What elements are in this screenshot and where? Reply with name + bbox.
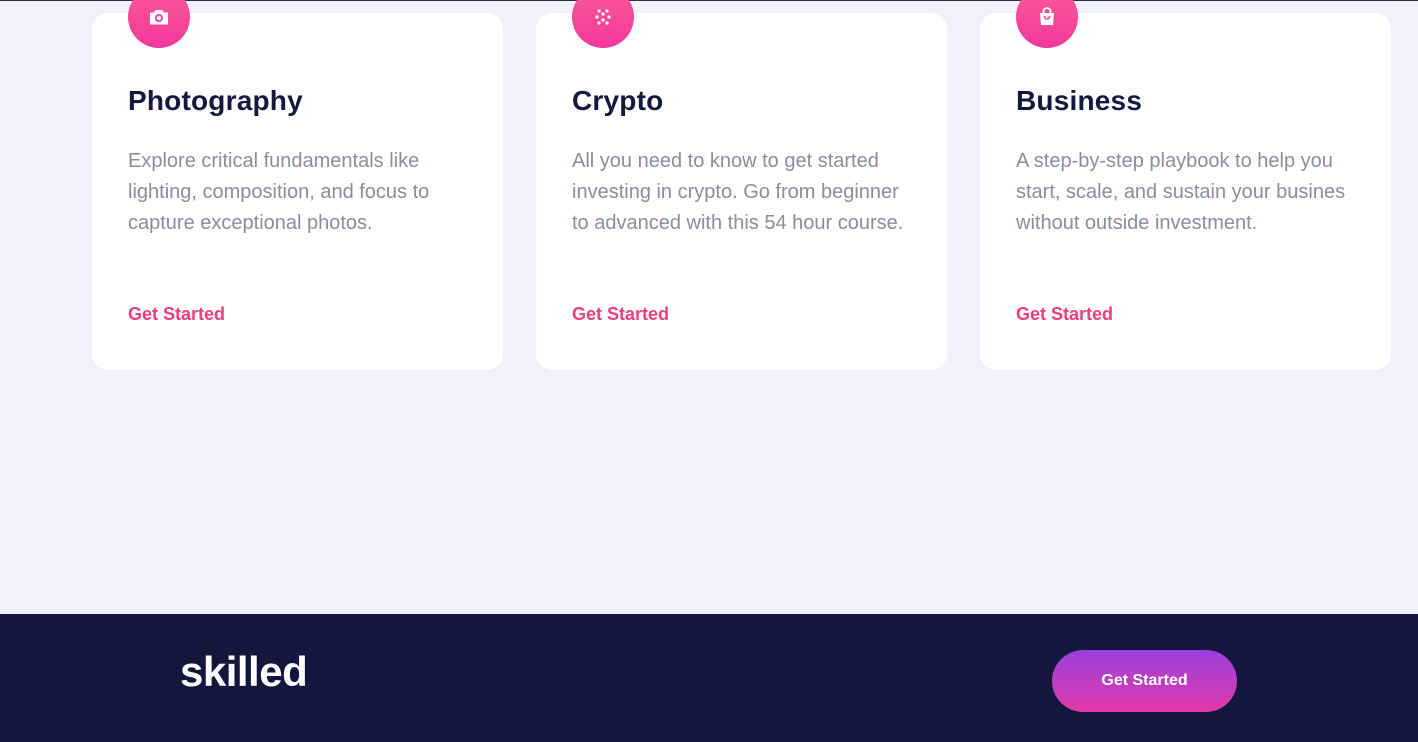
course-cards-section: Photography Explore critical fundamental… <box>0 0 1418 614</box>
logo[interactable]: skilled <box>180 648 308 696</box>
get-started-link[interactable]: Get Started <box>1016 304 1113 325</box>
get-started-button[interactable]: Get Started <box>1052 650 1237 712</box>
card-business: Business A step-by-step playbook to help… <box>980 0 1391 370</box>
get-started-link[interactable]: Get Started <box>572 304 669 325</box>
shopping-bag-icon <box>1016 0 1078 48</box>
card-description: All you need to know to get started inve… <box>572 150 904 234</box>
crypto-dots-icon <box>572 0 634 48</box>
get-started-link[interactable]: Get Started <box>128 304 225 325</box>
card-crypto: Crypto All you need to know to get start… <box>536 0 947 370</box>
card-description: Explore critical fundamentals like light… <box>128 150 430 234</box>
card-photography: Photography Explore critical fundamental… <box>92 0 503 370</box>
footer: skilled Get Started <box>0 614 1418 742</box>
card-title: Photography <box>128 85 303 116</box>
card-title: Crypto <box>572 85 664 116</box>
camera-icon <box>128 0 190 48</box>
card-title: Business <box>1016 85 1143 116</box>
card-description: A step-by-step playbook to help you star… <box>1016 150 1346 234</box>
